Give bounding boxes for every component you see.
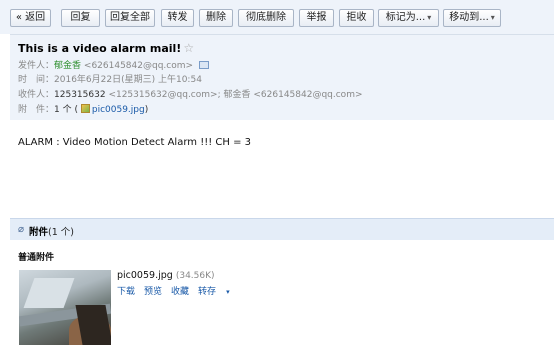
time-value: 2016年6月22日(星期三) 上午10:54	[54, 75, 202, 85]
subject-text: This is a video alarm mail!	[18, 42, 182, 55]
reply-button[interactable]: 回复	[61, 9, 100, 27]
attachment-row: 附 件：1 个 ( pic0059.jpg)	[18, 104, 148, 116]
recipient-email: <626145842@qq.com>	[253, 90, 363, 100]
reject-button-label: 拒收	[346, 12, 367, 23]
image-file-icon	[80, 104, 90, 113]
attachment-thumbnail[interactable]	[19, 270, 111, 345]
move-to-label: 移动到...	[449, 12, 489, 23]
attachments-count: (1 个)	[48, 227, 74, 238]
back-button[interactable]: « 返回	[10, 9, 51, 27]
reply-button-label: 回复	[70, 12, 91, 23]
attachment-label: 附 件：	[18, 105, 55, 115]
attachments-title: 附件(1 个)	[29, 224, 74, 238]
attachment-link[interactable]: pic0059.jpg	[92, 105, 145, 115]
paperclip-icon: ⌀	[18, 224, 25, 235]
permanent-delete-button[interactable]: 彻底删除	[238, 9, 294, 27]
time-label: 时 间：	[18, 75, 55, 85]
recipients-row: 收件人：125315632 <125315632@qq.com>; 郁金香 <6…	[18, 89, 363, 101]
permanent-delete-button-label: 彻底删除	[246, 12, 286, 23]
delete-button[interactable]: 删除	[199, 9, 233, 27]
star-icon[interactable]: ☆	[183, 41, 194, 55]
recipient-name[interactable]: 郁金香	[223, 90, 250, 100]
back-button-label: « 返回	[15, 12, 46, 23]
preview-link[interactable]: 预览	[144, 287, 162, 297]
download-link[interactable]: 下载	[117, 287, 135, 297]
recipient-email: <125315632@qq.com>;	[108, 90, 221, 100]
file-size: (34.56K)	[175, 271, 215, 281]
forward-button[interactable]: 转发	[161, 9, 194, 27]
attachment-file-name: pic0059.jpg (34.56K)	[117, 270, 215, 281]
recipient-name[interactable]: 125315632	[54, 90, 106, 100]
report-button-label: 举报	[306, 12, 327, 23]
mark-as-dropdown[interactable]: 标记为... ▾	[378, 9, 439, 27]
report-button[interactable]: 举报	[299, 9, 334, 27]
attachments-title-label: 附件	[29, 227, 49, 238]
reply-all-button-label: 回复全部	[110, 12, 150, 23]
mail-header: This is a video alarm mail! ☆ 发件人：郁金香 <62…	[10, 34, 554, 120]
attachments-header: ⌀ 附件(1 个)	[10, 218, 554, 240]
reply-all-button[interactable]: 回复全部	[105, 9, 155, 27]
mark-as-label: 标记为...	[385, 12, 426, 23]
chevron-down-icon: ▾	[427, 13, 432, 22]
chevron-down-icon[interactable]: ▾	[226, 288, 230, 296]
move-to-dropdown[interactable]: 移动到... ▾	[443, 9, 501, 27]
chevron-down-icon: ▾	[490, 13, 495, 22]
delete-button-label: 删除	[206, 12, 226, 23]
attachment-count: 1 个 (	[54, 105, 78, 115]
mail-toolbar: « 返回 回复 回复全部 转发 删除 彻底删除 举报 拒收 标记为... ▾ 移动…	[0, 0, 554, 34]
forward-button-label: 转发	[167, 12, 188, 23]
save-link[interactable]: 收藏	[171, 287, 189, 297]
sender-name[interactable]: 郁金香	[54, 61, 81, 71]
sender-label: 发件人：	[18, 61, 55, 71]
recipients-label: 收件人：	[18, 90, 55, 100]
share-link[interactable]: 转存	[198, 287, 216, 297]
attachment-close-paren: )	[144, 105, 149, 115]
mail-body: ALARM : Video Motion Detect Alarm !!! CH…	[18, 137, 251, 148]
sender-email: <626145842@qq.com>	[83, 61, 194, 71]
mail-subject: This is a video alarm mail! ☆	[18, 41, 194, 55]
normal-attachments-label: 普通附件	[18, 253, 55, 263]
file-name-text: pic0059.jpg	[117, 270, 173, 281]
time-row: 时 间：2016年6月22日(星期三) 上午10:54	[18, 74, 202, 86]
contact-card-icon[interactable]	[199, 61, 210, 69]
reject-button[interactable]: 拒收	[339, 9, 374, 27]
sender-row: 发件人：郁金香 <626145842@qq.com>	[18, 60, 210, 72]
attachment-actions: 下载 预览 收藏 转存 ▾	[117, 284, 230, 297]
